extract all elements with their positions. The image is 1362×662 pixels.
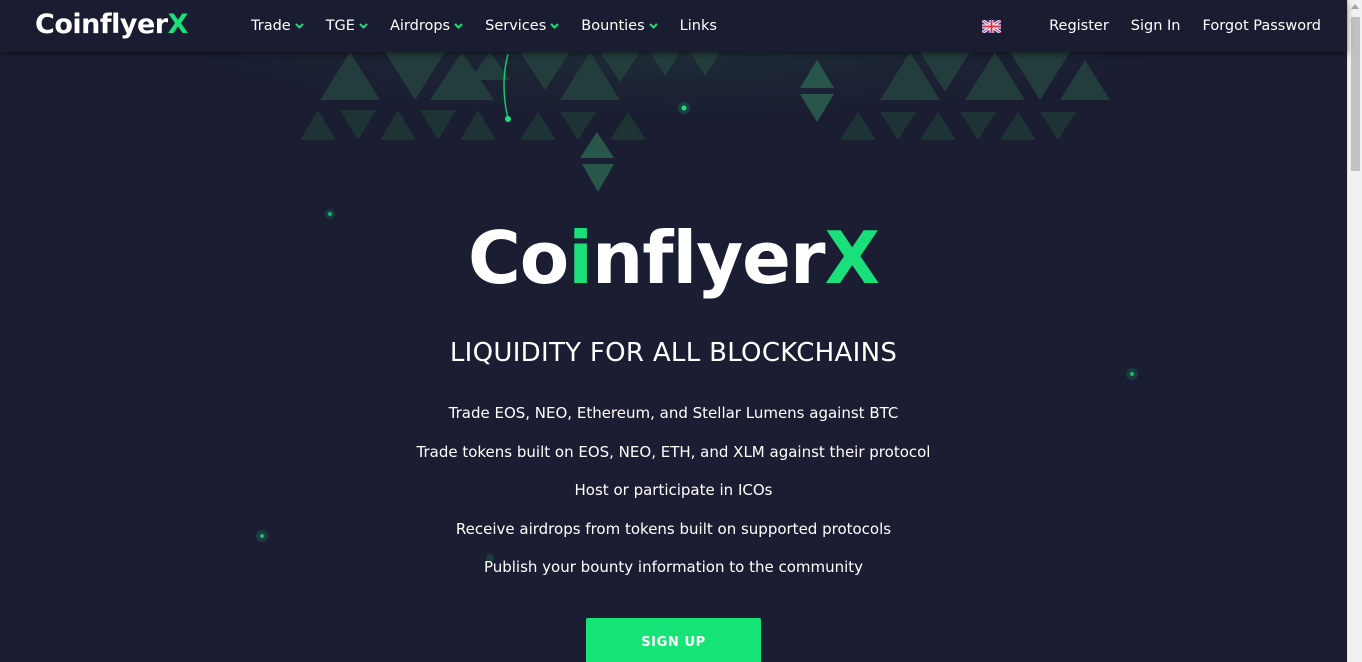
brand-logo[interactable]: CoinflyerX	[35, 8, 188, 42]
page-scrollbar[interactable]	[1347, 0, 1362, 662]
logo-part-nfl: nfl	[591, 216, 697, 300]
logo-part-yer: yer	[119, 9, 168, 40]
logo-part-nfl: nfl	[81, 9, 120, 40]
menu-item-airdrops[interactable]: Airdrops	[390, 18, 463, 34]
menu-item-bounties[interactable]: Bounties	[581, 18, 658, 34]
scroll-up-arrow-icon[interactable]	[1351, 4, 1359, 9]
chevron-down-icon	[294, 23, 304, 29]
logo-part-x: X	[824, 216, 881, 300]
feature-item: Host or participate in ICOs	[574, 481, 773, 499]
top-navbar: CoinflyerX Trade TGE Airdrops Services B…	[0, 0, 1347, 52]
chevron-down-icon	[454, 23, 463, 29]
logo-part-yer: yer	[696, 216, 825, 300]
logo-part-x: X	[167, 9, 189, 40]
chevron-down-icon	[359, 23, 368, 29]
menu-item-services[interactable]: Services	[485, 18, 559, 34]
menu-item-trade[interactable]: Trade	[251, 18, 304, 34]
menu-item-label: Trade	[251, 18, 291, 34]
menu-item-label: Airdrops	[389, 18, 451, 34]
menu-item-label: Links	[679, 18, 717, 34]
sign-in-link[interactable]: Sign In	[1131, 18, 1181, 34]
hero-logo: CoinflyerX	[0, 218, 1347, 298]
logo-part-i: i	[72, 9, 82, 40]
menu-item-label: TGE	[325, 18, 355, 34]
feature-item: Receive airdrops from tokens built on su…	[455, 519, 892, 538]
scrollbar-thumb[interactable]	[1351, 17, 1360, 171]
logo-part-co: Co	[467, 216, 569, 300]
chevron-down-icon	[648, 23, 658, 29]
menu-item-tge[interactable]: TGE	[326, 18, 368, 34]
feature-item: Publish your bounty information to the c…	[483, 558, 864, 576]
chevron-down-icon	[550, 23, 559, 29]
logo-part-co: Co	[35, 9, 73, 40]
feature-item: Trade EOS, NEO, Ethereum, and Stellar Lu…	[448, 404, 899, 422]
menu-item-label: Services	[485, 18, 547, 34]
feature-list: Trade EOS, NEO, Ethereum, and Stellar Lu…	[0, 394, 1347, 587]
hero-title: LIQUIDITY FOR ALL BLOCKCHAINS	[449, 338, 898, 368]
register-link[interactable]: Register	[1049, 18, 1109, 34]
menu-item-links[interactable]: Links	[680, 18, 717, 34]
menu-item-label: Bounties	[581, 18, 645, 34]
sign-up-button[interactable]: SIGN UP	[586, 618, 761, 662]
hero-section: CoinflyerX LIQUIDITY FOR ALL BLOCKCHAINS…	[0, 0, 1347, 662]
forgot-password-link[interactable]: Forgot Password	[1203, 18, 1322, 34]
uk-flag-icon[interactable]	[982, 19, 1002, 33]
account-links: Register Sign In Forgot Password	[982, 0, 1321, 52]
logo-part-i: i	[568, 216, 593, 300]
main-menu: Trade TGE Airdrops Services Bounties Lin…	[251, 0, 739, 52]
feature-item: Trade tokens built on EOS, NEO, ETH, and…	[416, 442, 931, 461]
